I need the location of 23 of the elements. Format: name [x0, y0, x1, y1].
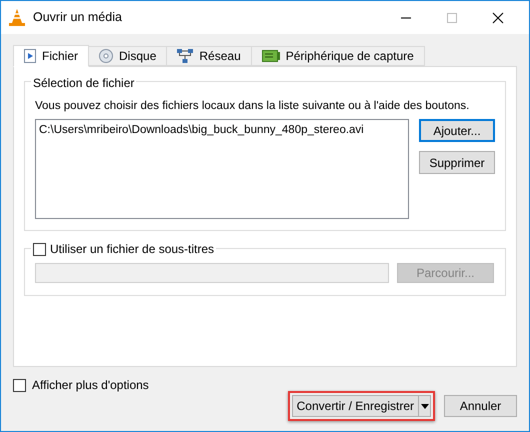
subtitle-path-field[interactable] — [35, 263, 389, 283]
play-icon — [24, 49, 36, 63]
description-text: Vous pouvez choisir des fichiers locaux dans la liste suivante ou à l'aide des boutons. — [35, 99, 470, 114]
disc-icon — [99, 49, 114, 63]
checkbox-label: Utiliser un fichier de sous-titres — [50, 241, 214, 258]
caret-icon — [420, 404, 428, 408]
cancel-button[interactable]: Annuler — [444, 395, 517, 417]
subtitles-checkbox[interactable] — [33, 242, 46, 256]
file-list[interactable]: C:\Users\mribeiro\Downloads\big_buck_bunny_480p_stereo.avi — [35, 119, 409, 220]
list-action-button[interactable]: Ajouter... — [419, 119, 495, 142]
tab[interactable]: Réseau — [167, 46, 252, 66]
tab[interactable]: Disque — [89, 46, 168, 66]
checkbox-label: Afficher plus d'options — [32, 377, 149, 394]
tab[interactable]: Fichier — [13, 45, 90, 67]
convert-save-button[interactable]: Convertir / Enregistrer — [292, 395, 431, 417]
window-title: Ouvrir un média — [33, 9, 122, 26]
network-icon — [177, 49, 194, 63]
capture-card-icon — [262, 49, 280, 63]
list-action-button[interactable]: Supprimer — [419, 151, 495, 174]
file-list-item[interactable]: C:\Users\mribeiro\Downloads\big_buck_bunny_480p_stereo.avi — [39, 122, 405, 140]
more-options-checkbox[interactable] — [13, 378, 26, 392]
traffic-cone-icon — [9, 9, 25, 26]
tab[interactable]: Périphérique de capture — [252, 46, 425, 66]
